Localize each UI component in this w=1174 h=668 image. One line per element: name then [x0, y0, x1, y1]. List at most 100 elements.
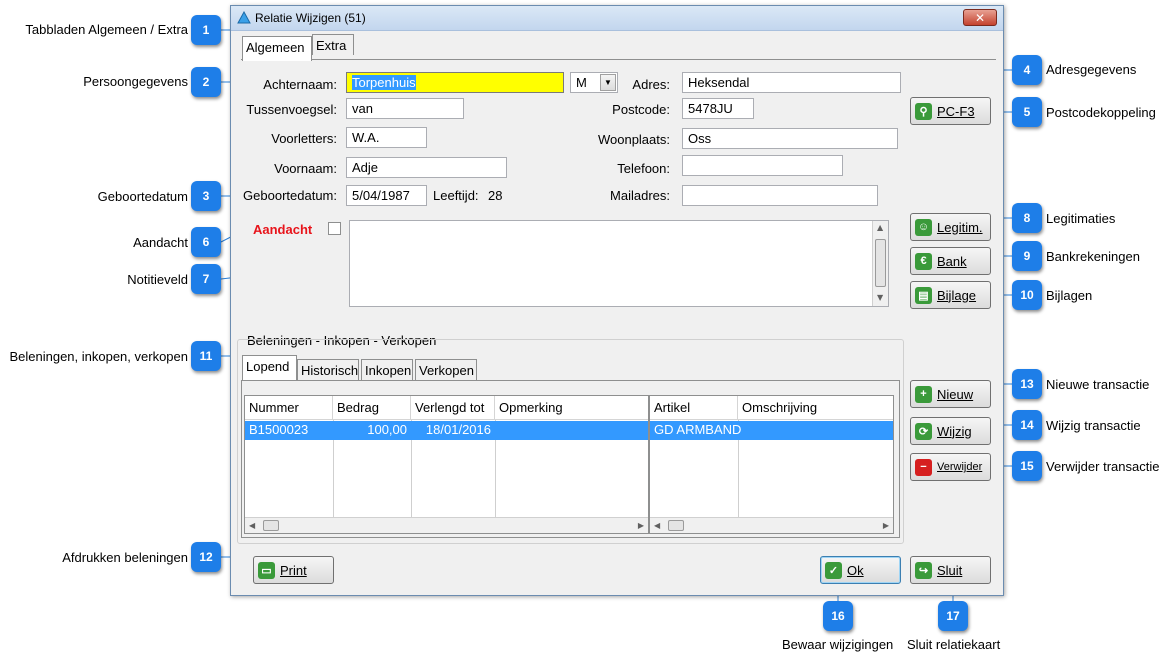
callout-label-17: Sluit relatiekaart — [907, 637, 1001, 652]
wijzig-button[interactable]: ⟳ Wijzig — [910, 417, 991, 445]
bank-button[interactable]: € Bank — [910, 247, 991, 275]
column-header-omschrijving[interactable]: Omschrijving — [738, 396, 893, 420]
column-header-nummer-label: Nummer — [249, 400, 299, 415]
column-header-artikel[interactable]: Artikel — [650, 396, 738, 420]
column-header-omschrijving-label: Omschrijving — [742, 400, 818, 415]
minus-icon: − — [915, 458, 932, 476]
tab-historisch-label: Historisch — [301, 363, 359, 378]
geboortedatum-input[interactable]: 5/04/1987 — [346, 185, 427, 206]
tab-algemeen[interactable]: Algemeen — [242, 36, 312, 61]
thumbs-up-icon: ✓ — [825, 561, 842, 579]
pc-f3-button[interactable]: ⚲ PC-F3 — [910, 97, 991, 125]
callout-badge-3: 3 — [191, 181, 221, 211]
callout-badge-16: 16 — [823, 601, 853, 631]
postcode-value: 5478JU — [688, 101, 733, 116]
tussenvoegsel-value: van — [352, 101, 373, 116]
plus-icon: + — [915, 385, 932, 403]
wijzig-label: Wijzig — [937, 423, 972, 439]
verwijder-button[interactable]: − Verwijder — [910, 453, 991, 481]
woonplaats-value: Oss — [688, 131, 712, 146]
transactions-grid[interactable]: Nummer Bedrag Verlengd tot Opmerking B15… — [244, 395, 649, 534]
callout-badge-10: 10 — [1012, 280, 1042, 310]
tussenvoegsel-label: Tussenvoegsel: — [246, 102, 337, 117]
transactions-hscrollbar[interactable]: ◀ ▶ — [245, 517, 648, 533]
print-button[interactable]: ▭ Print — [253, 556, 334, 584]
tab-inkopen-label: Inkopen — [365, 363, 412, 378]
column-header-opmerking[interactable]: Opmerking — [495, 396, 648, 420]
legitim-button[interactable]: ☺ Legitim. — [910, 213, 991, 241]
adres-value: Heksendal — [688, 75, 750, 90]
callout-label-7: Notitieveld — [127, 272, 188, 287]
column-header-verlengd[interactable]: Verlengd tot — [411, 396, 495, 420]
telefoon-input[interactable] — [682, 155, 843, 176]
tab-extra[interactable]: Extra — [312, 34, 354, 55]
scroll-left-icon[interactable]: ◀ — [249, 521, 255, 530]
callout-label-15: Verwijder transactie — [1046, 459, 1160, 474]
achternaam-input[interactable]: Torpenhuis — [346, 72, 564, 93]
scroll-right-icon[interactable]: ▶ — [883, 521, 889, 530]
callout-label-16: Bewaar wijzigingen — [782, 637, 894, 652]
scroll-up-icon[interactable]: ▲ — [877, 223, 883, 232]
tab-lopend[interactable]: Lopend — [242, 355, 297, 380]
tab-inkopen[interactable]: Inkopen — [361, 359, 413, 380]
ok-button[interactable]: ✓ Ok — [820, 556, 901, 584]
achternaam-label: Achternaam: — [263, 77, 337, 92]
telefoon-label: Telefoon: — [617, 161, 670, 176]
transactions-hscroll-thumb[interactable] — [263, 520, 279, 531]
tab-extra-label: Extra — [316, 38, 347, 53]
refresh-icon: ⟳ — [915, 422, 932, 440]
callout-label-14: Wijzig transactie — [1046, 418, 1141, 433]
leeftijd-label: Leeftijd: — [433, 188, 479, 203]
scroll-right-icon[interactable]: ▶ — [638, 521, 644, 530]
notes-scrollbar[interactable]: ▲ ▼ — [872, 221, 888, 306]
nieuw-button[interactable]: + Nieuw — [910, 380, 991, 408]
bijlage-button[interactable]: ▤ Bijlage — [910, 281, 991, 309]
attachment-icon: ▤ — [915, 286, 932, 304]
notes-textarea[interactable]: ▲ ▼ — [349, 220, 889, 307]
cell-nummer: B1500023 — [249, 422, 309, 437]
callout-badge-7: 7 — [191, 264, 221, 294]
mailadres-label: Mailadres: — [610, 188, 670, 203]
woonplaats-input[interactable]: Oss — [682, 128, 898, 149]
window-titlebar[interactable]: Relatie Wijzigen (51) ✕ — [231, 6, 1003, 31]
callout-badge-14: 14 — [1012, 410, 1042, 440]
postcode-input[interactable]: 5478JU — [682, 98, 754, 119]
column-header-nummer[interactable]: Nummer — [245, 396, 333, 420]
sluit-label: Sluit — [937, 562, 963, 578]
cell-artikel: GD ARMBAND — [654, 422, 742, 437]
callout-badge-17: 17 — [938, 601, 968, 631]
pc-f3-label: PC-F3 — [937, 103, 975, 119]
detail-hscrollbar[interactable]: ◀ ▶ — [650, 517, 893, 533]
callout-label-8: Legitimaties — [1046, 211, 1116, 226]
adres-input[interactable]: Heksendal — [682, 72, 901, 93]
detail-grid[interactable]: Artikel Omschrijving GD ARMBAND ◀ ▶ — [649, 395, 894, 534]
close-window-button[interactable]: ✕ — [963, 9, 997, 26]
callout-label-2: Persoongegevens — [83, 74, 188, 89]
callout-label-5: Postcodekoppeling — [1046, 105, 1156, 120]
bank-label: Bank — [937, 253, 967, 269]
window-title: Relatie Wijzigen (51) — [255, 11, 366, 25]
printer-icon: ▭ — [258, 561, 275, 579]
aandacht-checkbox[interactable] — [328, 222, 341, 235]
column-header-opmerking-label: Opmerking — [499, 400, 563, 415]
tab-verkopen-label: Verkopen — [419, 363, 474, 378]
verwijder-label: Verwijder — [937, 461, 983, 473]
detail-hscroll-thumb[interactable] — [668, 520, 684, 531]
tab-verkopen[interactable]: Verkopen — [415, 359, 477, 380]
bijlage-label: Bijlage — [937, 287, 977, 303]
notes-scroll-thumb[interactable] — [875, 239, 886, 287]
callout-label-6: Aandacht — [133, 235, 188, 250]
tab-historisch[interactable]: Historisch — [297, 359, 359, 380]
scroll-down-icon[interactable]: ▼ — [877, 293, 883, 302]
voornaam-input[interactable]: Adje — [346, 157, 507, 178]
scroll-left-icon[interactable]: ◀ — [654, 521, 660, 530]
sluit-button[interactable]: ↪ Sluit — [910, 556, 991, 584]
voorletters-value: W.A. — [352, 130, 380, 145]
callout-label-9: Bankrekeningen — [1046, 249, 1140, 264]
tussenvoegsel-input[interactable]: van — [346, 98, 464, 119]
voorletters-input[interactable]: W.A. — [346, 127, 427, 148]
column-header-bedrag[interactable]: Bedrag — [333, 396, 411, 420]
mailadres-input[interactable] — [682, 185, 878, 206]
nieuw-label: Nieuw — [937, 386, 974, 402]
callout-label-13: Nieuwe transactie — [1046, 377, 1150, 392]
